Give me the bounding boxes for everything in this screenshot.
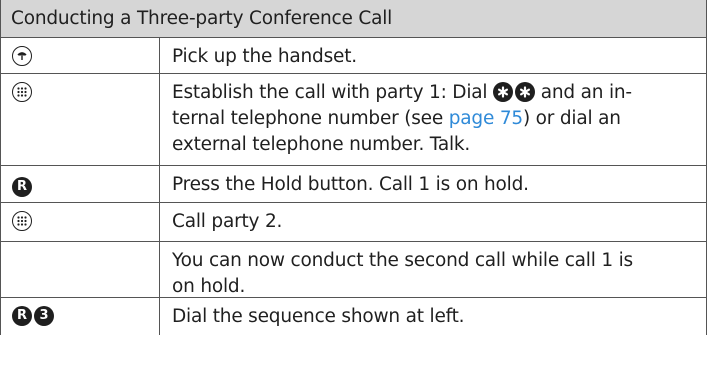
instruction-part: You can now conduct the second call whil…: [172, 250, 633, 271]
instruction-text: Press the Hold button. Call 1 is on hold…: [172, 174, 529, 195]
keypad-icon: [12, 211, 32, 231]
r-key-icon: R: [12, 176, 32, 197]
instruction-text: You can now conduct the second call whil…: [160, 242, 706, 297]
three-key-icon: 3: [34, 305, 54, 326]
instruction-text: Pick up the handset.: [172, 46, 357, 67]
table-title-text: Conducting a Three-party Conference Call: [11, 8, 393, 29]
star-key-icon: [493, 82, 514, 102]
table-row: Pick up the handset.: [1, 38, 706, 74]
icon-cell: [1, 203, 160, 241]
icon-cell: [1, 74, 160, 165]
star-key-icon: [515, 82, 536, 102]
instruction-part: and an in-: [540, 82, 632, 103]
keypad-icon: [12, 82, 32, 102]
instruction-text: Establish the call with party 1: Dial an…: [160, 74, 706, 165]
table-row: Call party 2.: [1, 203, 706, 242]
page-link[interactable]: page 75: [449, 108, 523, 129]
instruction-part: on hold.: [172, 276, 246, 297]
table-row: Establish the call with party 1: Dial an…: [1, 74, 706, 166]
star-keys: [493, 82, 536, 102]
instruction-part: Establish the call with party 1: Dial: [172, 82, 488, 103]
instruction-part: ternal telephone number (see: [172, 108, 444, 129]
handset-up-icon: [12, 46, 32, 66]
conference-call-table: Conducting a Three-party Conference Call…: [0, 0, 707, 335]
icon-cell: R: [1, 166, 160, 202]
instruction-text: Dial the sequence shown at left.: [172, 306, 465, 327]
table-row: R3 Dial the sequence shown at left.: [1, 298, 706, 335]
icon-cell: [1, 242, 160, 297]
r-key-icon: R: [12, 305, 32, 326]
instruction-part: external telephone number. Talk.: [172, 134, 471, 155]
icon-cell: R3: [1, 298, 160, 335]
table-row: R Press the Hold button. Call 1 is on ho…: [1, 166, 706, 203]
icon-cell: [1, 38, 160, 73]
instruction-part: ) or dial an: [522, 108, 621, 129]
key-sequence: R3: [12, 305, 54, 326]
table-title: Conducting a Three-party Conference Call: [1, 0, 706, 38]
table-row: You can now conduct the second call whil…: [1, 242, 706, 298]
instruction-text: Call party 2.: [172, 211, 283, 232]
